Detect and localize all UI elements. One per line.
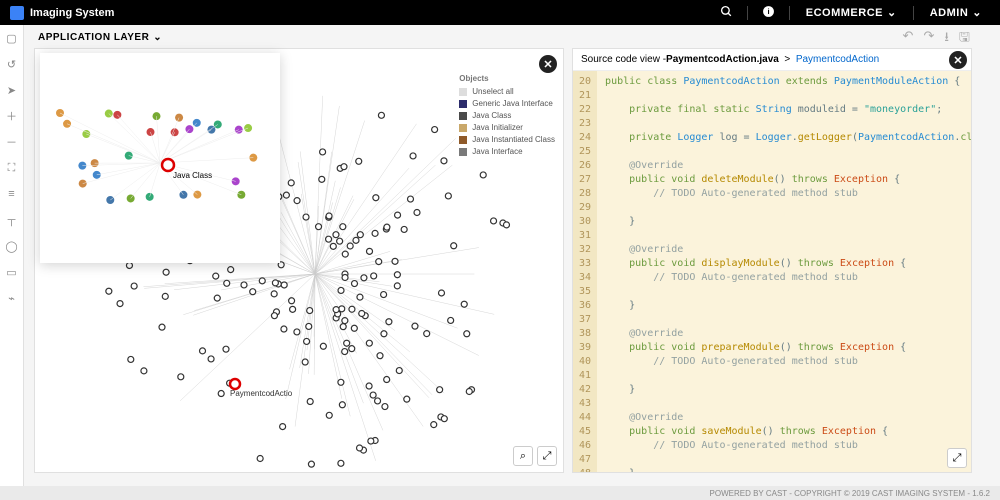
legend-label: Java Initializer	[472, 123, 523, 132]
source-text[interactable]: public class PaymentcodAction extends Pa…	[597, 71, 971, 472]
zoom-out-icon[interactable]: －	[5, 135, 19, 149]
download-icon[interactable]: ⭳	[944, 28, 949, 50]
footer: POWERED BY CAST - COPYRIGHT © 2019 CAST …	[0, 486, 1000, 500]
separator	[789, 6, 790, 20]
project-menu-label: ECOMMERCE	[806, 7, 883, 19]
project-menu[interactable]: ECOMMERCE ⌄	[806, 6, 897, 19]
selected-node-label: PaymentcodActio	[230, 389, 292, 398]
minimap[interactable]: Java Class	[40, 53, 280, 263]
legend-label: Java Interface	[472, 147, 522, 156]
undo-tool-icon[interactable]: ↺	[5, 57, 19, 71]
code-panel: Source code view - PaymentcodAction.java…	[572, 48, 972, 473]
legend-item[interactable]: Java Interface	[459, 147, 555, 156]
legend-label: Generic Java Interface	[472, 99, 552, 108]
code-close-button[interactable]: ✕	[949, 51, 967, 69]
undo-icon[interactable]: ↶	[903, 28, 914, 50]
legend-label: Java Class	[472, 111, 511, 120]
legend-item[interactable]: Generic Java Interface	[459, 99, 555, 108]
code-tool-icon[interactable]: ⌁	[5, 291, 19, 305]
separator	[747, 6, 748, 20]
legend-item[interactable]: Java Instantiated Class	[459, 135, 555, 144]
legend-swatch	[459, 148, 467, 156]
graph-search-button[interactable]: ⌕	[513, 446, 533, 466]
legend-swatch	[459, 124, 467, 132]
zoom-in-icon[interactable]: ＋	[5, 109, 19, 123]
legend-label: Java Instantiated Class	[472, 135, 555, 144]
separator	[913, 6, 914, 20]
app-title: Imaging System	[30, 7, 114, 19]
chevron-down-icon: ⌄	[153, 32, 162, 43]
legend-swatch	[459, 136, 467, 144]
legend-item[interactable]: Java Initializer	[459, 123, 555, 132]
panel-actions: ↶ ↷ ⭳ 🖫	[903, 28, 970, 50]
user-menu-label: ADMIN	[930, 7, 969, 19]
tool-sidebar: ▢ ↺ ➤ ＋ － ⛶ ≡ ┬ ◯ ▭ ⌁	[0, 25, 24, 486]
graph-tool-icon[interactable]: ┬	[5, 213, 19, 227]
svg-text:i: i	[767, 7, 769, 16]
legend-item[interactable]: Java Class	[459, 111, 555, 120]
code-file: PaymentcodAction.java	[666, 54, 779, 65]
app-logo-icon	[10, 6, 24, 20]
breadcrumb-label: APPLICATION LAYER	[38, 32, 149, 43]
graph-close-button[interactable]: ✕	[539, 55, 557, 73]
fit-tool-icon[interactable]: ⛶	[5, 161, 19, 175]
code-sep: >	[784, 54, 790, 65]
footer-text: POWERED BY CAST - COPYRIGHT © 2019 CAST …	[710, 489, 990, 498]
layout-tool-icon[interactable]: ≡	[5, 187, 19, 201]
code-class[interactable]: PaymentcodAction	[796, 54, 879, 65]
legend-label: Unselect all	[472, 87, 513, 96]
legend-swatch	[459, 100, 467, 108]
save-icon[interactable]: 🖫	[959, 28, 970, 50]
legend-swatch	[459, 88, 467, 96]
search-icon[interactable]	[720, 5, 733, 21]
layer-breadcrumb[interactable]: APPLICATION LAYER ⌄	[38, 32, 162, 43]
legend: Objects Unselect all Generic Java Interfa…	[459, 74, 555, 159]
chevron-down-icon: ⌄	[887, 6, 897, 19]
minimap-canvas[interactable]	[40, 53, 280, 263]
chevron-down-icon: ⌄	[972, 6, 982, 19]
select-tool-icon[interactable]: ▢	[5, 31, 19, 45]
legend-item[interactable]: Unselect all	[459, 87, 555, 96]
top-bar: Imaging System i ECOMMERCE⌄ ADMIN⌄	[0, 0, 1000, 25]
legend-title: Objects	[459, 74, 555, 83]
user-menu[interactable]: ADMIN⌄	[930, 6, 982, 19]
code-body[interactable]: 20 21 22 23 24 25 26 27 28 29 30 31 32 3…	[573, 71, 971, 472]
graph-expand-button[interactable]: ⤢	[537, 446, 557, 466]
code-header: Source code view - PaymentcodAction.java…	[573, 49, 971, 71]
legend-swatch	[459, 112, 467, 120]
info-icon[interactable]: i	[762, 5, 775, 21]
code-expand-button[interactable]: ⤢	[947, 448, 967, 468]
minimap-selected-label: Java Class	[173, 171, 212, 180]
line-gutter: 20 21 22 23 24 25 26 27 28 29 30 31 32 3…	[573, 71, 597, 472]
comment-tool-icon[interactable]: ▭	[5, 265, 19, 279]
code-title-prefix: Source code view -	[581, 54, 666, 65]
redo-icon[interactable]: ↷	[923, 28, 934, 50]
pointer-tool-icon[interactable]: ➤	[5, 83, 19, 97]
filter-tool-icon[interactable]: ◯	[5, 239, 19, 253]
